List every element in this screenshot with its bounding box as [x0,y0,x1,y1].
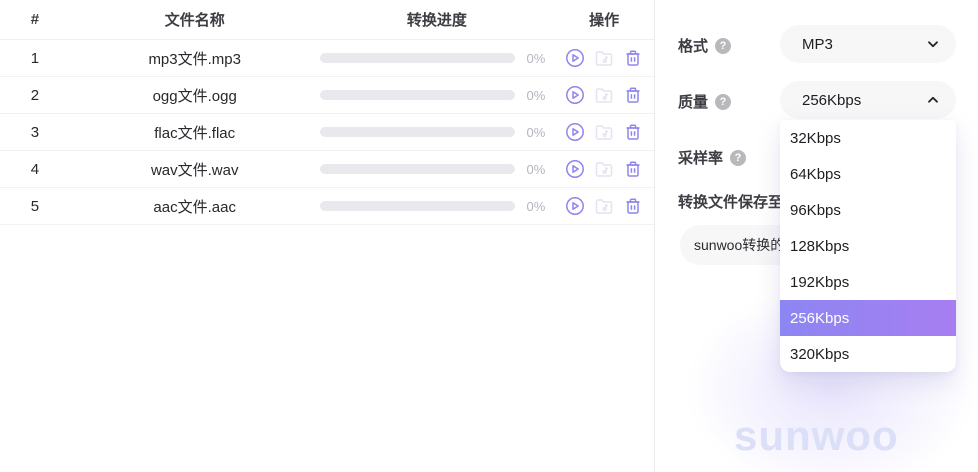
header-filename: 文件名称 [70,9,320,30]
delete-button[interactable] [623,159,643,179]
quality-dropdown: 32Kbps 64Kbps 96Kbps 128Kbps 192Kbps 256… [780,120,956,372]
play-button[interactable] [565,85,585,105]
progress-bar [320,164,515,174]
watermark: sunwoo [734,412,899,460]
audio-converter-window: # 文件名称 转换进度 操作 1 mp3文件.mp3 0% 2 ogg文件.og… [0,0,978,472]
dropdown-option[interactable]: 96Kbps [780,192,956,228]
header-progress: 转换进度 [320,9,555,30]
play-button[interactable] [565,122,585,142]
header-actions: 操作 [554,9,654,30]
help-icon[interactable] [715,38,731,54]
delete-button[interactable] [623,48,643,68]
delete-button[interactable] [623,85,643,105]
table-row: 4 wav文件.wav 0% [0,151,654,188]
progress-bar [320,201,515,211]
dropdown-option[interactable]: 192Kbps [780,264,956,300]
chevron-up-icon [926,93,940,107]
output-folder-button[interactable] [594,48,614,68]
chevron-down-icon [926,37,940,51]
row-filename: aac文件.aac [70,196,320,217]
row-index: 1 [0,50,70,67]
progress-bar [320,127,515,137]
quality-label: 质量 [678,91,708,112]
progress-bar [320,53,515,63]
output-folder-button[interactable] [594,196,614,216]
play-button[interactable] [565,196,585,216]
format-select[interactable]: MP3 [780,25,956,63]
dropdown-option[interactable]: 320Kbps [780,336,956,372]
progress-percent: 0% [527,162,546,177]
save-path-value: sunwoo转换的 [694,235,784,255]
row-index: 5 [0,198,70,215]
row-index: 4 [0,161,70,178]
output-folder-button[interactable] [594,159,614,179]
progress-percent: 0% [527,199,546,214]
play-button[interactable] [565,159,585,179]
file-table: # 文件名称 转换进度 操作 1 mp3文件.mp3 0% 2 ogg文件.og… [0,0,655,472]
dropdown-option[interactable]: 64Kbps [780,156,956,192]
progress-percent: 0% [527,51,546,66]
delete-button[interactable] [623,196,643,216]
progress-bar [320,90,515,100]
progress-percent: 0% [527,125,546,140]
play-button[interactable] [565,48,585,68]
dropdown-option[interactable]: 32Kbps [780,120,956,156]
settings-panel: sunwoo 格式 MP3 质量 256Kbps 采样率 转换文件保存至 sun… [656,0,978,472]
row-filename: ogg文件.ogg [70,85,320,106]
header-index: # [0,11,70,28]
output-folder-button[interactable] [594,85,614,105]
table-row: 5 aac文件.aac 0% [0,188,654,225]
dropdown-option-selected[interactable]: 256Kbps [780,300,956,336]
row-filename: wav文件.wav [70,159,320,180]
table-header: # 文件名称 转换进度 操作 [0,0,654,40]
samplerate-label: 采样率 [678,147,723,168]
output-folder-button[interactable] [594,122,614,142]
table-row: 1 mp3文件.mp3 0% [0,40,654,77]
row-index: 3 [0,124,70,141]
row-filename: flac文件.flac [70,122,320,143]
delete-button[interactable] [623,122,643,142]
quality-value: 256Kbps [802,92,861,109]
save-path-label: 转换文件保存至 [678,191,783,212]
table-row: 2 ogg文件.ogg 0% [0,77,654,114]
row-filename: mp3文件.mp3 [70,48,320,69]
row-index: 2 [0,87,70,104]
format-value: MP3 [802,36,833,53]
help-icon[interactable] [730,150,746,166]
help-icon[interactable] [715,94,731,110]
dropdown-option[interactable]: 128Kbps [780,228,956,264]
progress-percent: 0% [527,88,546,103]
table-row: 3 flac文件.flac 0% [0,114,654,151]
quality-select[interactable]: 256Kbps [780,81,956,119]
format-label: 格式 [678,35,708,56]
